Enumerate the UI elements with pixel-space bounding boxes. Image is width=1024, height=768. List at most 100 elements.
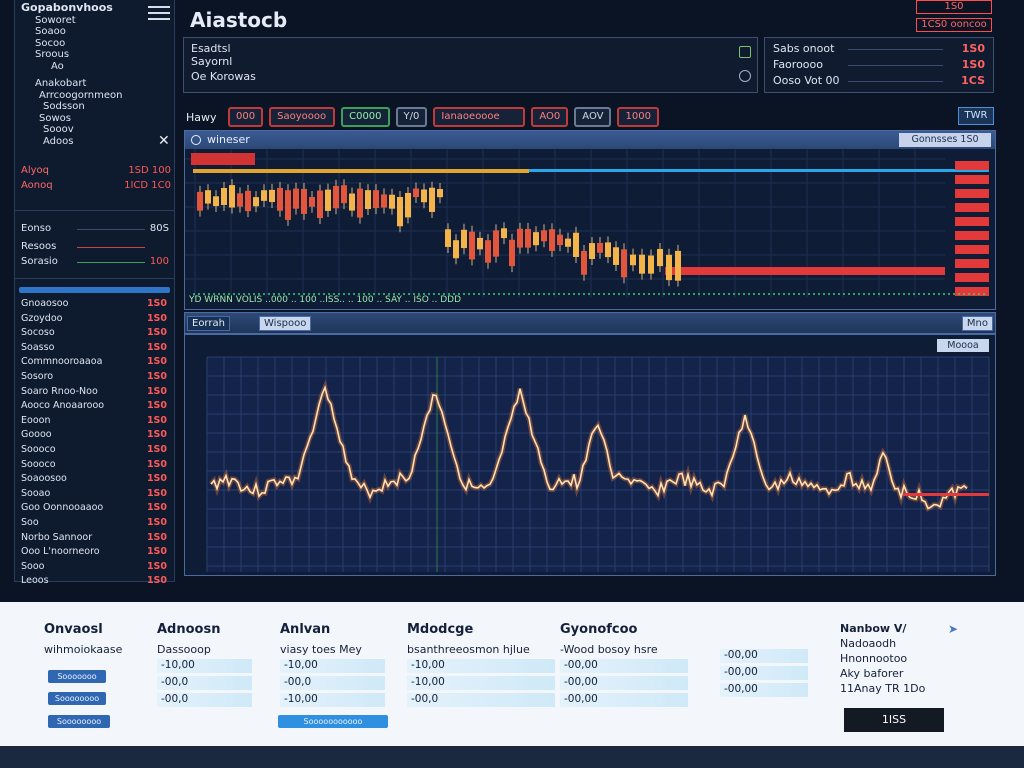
candle	[237, 193, 243, 207]
tab-watch[interactable]: Wispooo	[259, 316, 312, 331]
action-button[interactable]: 1ISS	[844, 708, 944, 732]
bottom-value: -10,00	[407, 676, 555, 690]
bottom-value: -00,00	[720, 649, 808, 663]
sidebar-list-item[interactable]: Soooco 1S0	[21, 459, 171, 475]
refresh-icon[interactable]	[739, 70, 751, 82]
sidebar-list-item[interactable]: Aooco Anoaarooo 1S0	[21, 400, 171, 416]
sidebar-list-item[interactable]: Goooo 1S0	[21, 429, 171, 445]
list-item-label: Soooco	[21, 443, 56, 455]
bottom-button[interactable]: Sooooooooooo	[278, 715, 388, 728]
bottom-button[interactable]: Soooooooo	[48, 715, 110, 728]
candle	[517, 228, 523, 248]
toolbar-button[interactable]: C0000	[341, 107, 390, 127]
bottom-panel: Onvaosl wihmoiokaase Adnoosn Dassooop -1…	[0, 602, 1024, 746]
toolbar-button[interactable]: Ianaoeoooe	[433, 107, 526, 127]
candle	[405, 192, 411, 218]
summary-line	[848, 65, 943, 66]
price-chart-tag[interactable]: Gonnsses 1S0	[899, 133, 991, 147]
summary-row: Faoroooo 1S0	[773, 58, 985, 72]
bottom-button[interactable]: Soooooooo	[48, 692, 106, 705]
sidebar-list-item[interactable]: Gnoaosoo 1S0	[21, 298, 171, 314]
level-tag	[955, 259, 989, 268]
sidebar-list-item[interactable]: Commnooroaaoa 1S0	[21, 356, 171, 372]
list-item-label: Soo	[21, 516, 39, 528]
sidebar-menu: Gopabonvhoos Soworet Soaoo Socoo Sroous …	[21, 2, 171, 147]
sidebar-list-item[interactable]: Soasso 1S0	[21, 341, 171, 358]
toolbar-button[interactable]: 000	[228, 107, 264, 127]
bottom-col: Gyonofcoo -Wood bosoy hsre -00,00 -00,00…	[560, 622, 688, 707]
level-tag	[955, 161, 989, 170]
list-item-label: Soasso	[21, 341, 55, 353]
candle	[285, 190, 291, 220]
candle	[613, 247, 619, 265]
page-title: Aiastocb	[190, 8, 288, 32]
arrow-right-icon[interactable]: ➤	[948, 622, 958, 636]
sidebar-list-item[interactable]: Socoso 1S0	[21, 327, 171, 343]
candle	[565, 238, 571, 247]
toolbar-right-button[interactable]: TWR	[958, 107, 994, 125]
expand-icon[interactable]	[739, 46, 751, 58]
sidebar-menu-item[interactable]: Ao	[21, 61, 171, 73]
sidebar-menu-item[interactable]: Sroous	[21, 49, 171, 61]
candle	[229, 185, 235, 208]
sidebar-list-item[interactable]: Soo 1S0	[21, 516, 171, 533]
tab-right[interactable]: Mno	[961, 316, 993, 331]
sidebar-list-item[interactable]: Soooco 1S0	[21, 443, 171, 460]
candle	[373, 190, 379, 209]
sidebar-list-item[interactable]: Leoos 1S0	[21, 575, 171, 591]
toolbar-button[interactable]: Y/0	[395, 107, 428, 127]
list-item-value: 1S0	[146, 327, 167, 339]
sidebar-list-item[interactable]: Goo Oonnooaaoo 1S0	[21, 502, 171, 518]
bottom-col-heading: Nanbow V/	[840, 622, 907, 635]
sidebar-menu-item[interactable]: Sowos	[21, 113, 171, 125]
candle	[525, 228, 531, 248]
list-item-value: 1S0	[146, 429, 167, 441]
toolbar: Hawy 000 Saoyoooo C0000 Y/0 Ianaoeoooe A…	[186, 106, 659, 128]
sidebar-menu-item[interactable]: Arrcoogornmeon	[21, 90, 171, 102]
toolbar-button[interactable]: 1000	[617, 107, 659, 127]
sidebar-menu-item[interactable]: Soaoo	[21, 26, 171, 38]
price-chart[interactable]	[185, 149, 995, 309]
sidebar-list-item[interactable]: Eooon 1S0	[21, 415, 171, 431]
tab-search[interactable]: Eorrah	[187, 316, 230, 331]
sidebar-list-item[interactable]: Soaoosoo 1S0	[21, 473, 171, 489]
sidebar-quote[interactable]: Alyoq 1SD 100	[21, 165, 171, 177]
app-root: Gopabonvhoos Soworet Soaoo Socoo Sroous …	[0, 0, 1024, 768]
candle	[277, 187, 283, 211]
sidebar-menu-item[interactable]: Socoo	[21, 38, 171, 50]
toolbar-button[interactable]: AOV	[574, 107, 612, 127]
price-chart-header: wineser Gonnsses 1S0	[185, 131, 995, 149]
sidebar-list-item[interactable]: Sooao 1S0	[21, 487, 171, 504]
candle	[477, 237, 483, 250]
sidebar-list-item[interactable]: Sooo 1S0	[21, 561, 171, 577]
line-chart[interactable]	[185, 335, 995, 575]
summary-row: Sabs onoot 1S0	[773, 42, 985, 56]
level-tag	[955, 231, 989, 240]
quote-label: Alyoq	[21, 165, 50, 176]
chart-ticker: YD WRNN VOLIS ..000 .. 100 ..ISS.. .. 10…	[189, 295, 462, 305]
sidebar-list-item[interactable]: Soaro Rnoo-Noo 1S0	[21, 386, 171, 402]
candle	[381, 194, 387, 208]
sidebar-list-item[interactable]: Sosoro 1S0	[21, 371, 171, 387]
list-item-value: 1S0	[146, 298, 167, 309]
level-tag	[955, 203, 989, 212]
close-icon[interactable]: ✕	[158, 133, 170, 149]
sidebar-quote[interactable]: Aonoq 1ICD 1C0	[21, 180, 171, 192]
tab-bar: Eorrah Wispooo Mno	[184, 312, 996, 334]
toolbar-button[interactable]: AO0	[531, 107, 569, 127]
sidebar-list-item[interactable]: Norbo Sannoor 1S0	[21, 532, 171, 548]
toolbar-button[interactable]: Saoyoooo	[269, 107, 336, 127]
sidebar-menu-item[interactable]: Adoos	[21, 136, 171, 148]
menu-icon[interactable]	[148, 6, 170, 20]
list-item-value: 1S0	[146, 487, 167, 499]
sidebar-progress	[19, 287, 170, 293]
divider	[15, 210, 174, 211]
candle	[197, 191, 203, 211]
sidebar-list-item[interactable]: Gzoydoo 1S0	[21, 313, 171, 329]
list-item-value: 1S0	[146, 502, 167, 514]
sidebar-list-item[interactable]: Ooo L'noorneoro 1S0	[21, 546, 171, 562]
sidebar-menu-item[interactable]: Sooov	[21, 124, 171, 136]
sidebar-menu-item[interactable]: Sodsson	[21, 101, 171, 113]
sidebar-menu-item[interactable]: Anakobart	[21, 78, 171, 90]
bottom-button[interactable]: Sooooooo	[48, 670, 106, 683]
